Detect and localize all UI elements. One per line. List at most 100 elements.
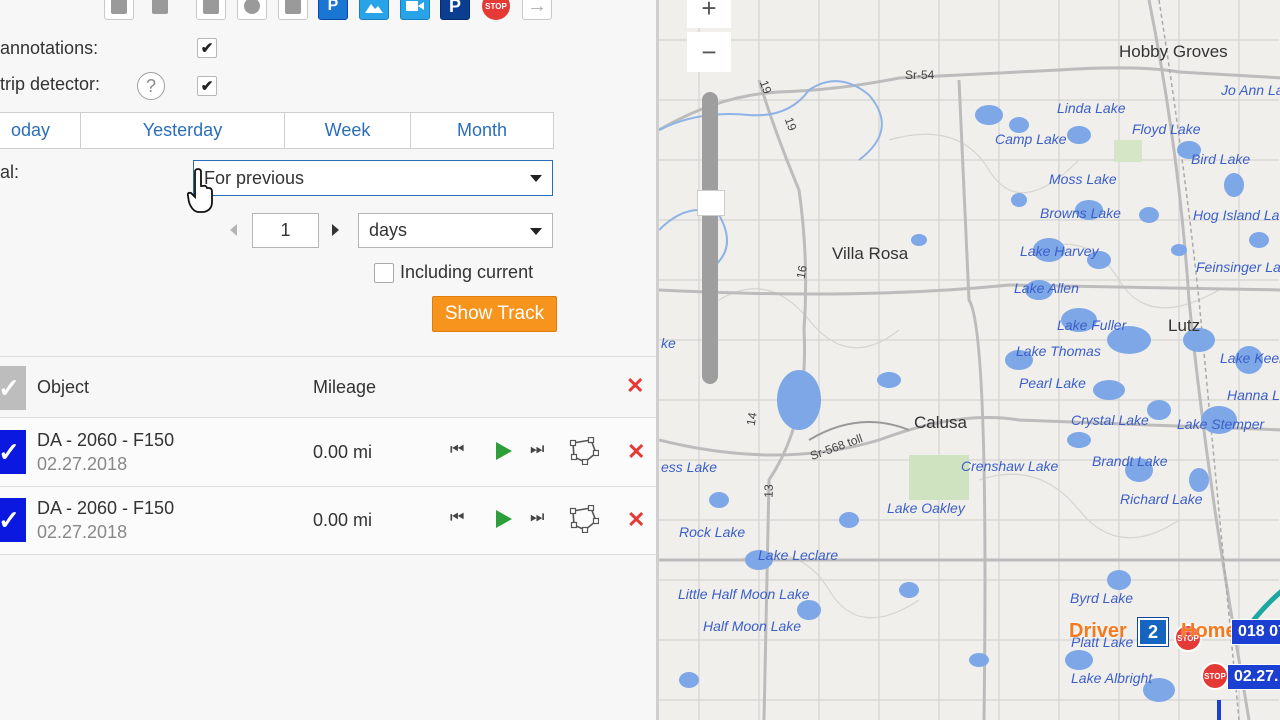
circle-icon[interactable] — [237, 0, 267, 20]
fast-forward-icon[interactable]: ⏭ — [530, 441, 544, 459]
row-checkbox[interactable]: ✓ — [0, 430, 26, 474]
fuel-icon[interactable] — [278, 0, 308, 20]
map-lake-label: Lake Leclare — [758, 547, 839, 563]
interval-count-input[interactable]: 1 — [252, 213, 319, 248]
map-road-label: 14 — [743, 411, 760, 427]
map-lake-label: Feinsinger Lak — [1196, 259, 1280, 275]
tab-week[interactable]: Week — [285, 113, 411, 148]
map-lake-label: Crenshaw Lake — [961, 458, 1059, 474]
increment-icon[interactable] — [332, 224, 339, 236]
map-lake-label: Crystal Lake — [1071, 412, 1149, 428]
map-canvas — [659, 0, 1280, 720]
tracks-panel: P P STOP → annotations: ✔ trip detector:… — [0, 0, 656, 720]
template-icon[interactable] — [104, 0, 134, 20]
parking-dark-icon[interactable]: P — [440, 0, 470, 20]
map-lake-label: Lake Albright — [1071, 670, 1153, 686]
trip-detector-checkbox[interactable]: ✔ — [197, 76, 217, 96]
map-lake-label: Lake Oakley — [887, 500, 965, 516]
rewind-icon[interactable]: ⏮ — [450, 509, 464, 527]
zoom-in-button[interactable]: + — [687, 0, 731, 28]
including-current-checkbox[interactable] — [374, 263, 394, 283]
help-icon[interactable]: ? — [137, 72, 165, 100]
track-date-badge[interactable]: 02.27. — [1227, 664, 1280, 690]
map-town-label: Villa Rosa — [832, 244, 909, 263]
map-lake-label: Lake Keen — [1220, 350, 1280, 366]
table-row[interactable]: ✓ DA - 2060 - F150 02.27.2018 0.00 mi ⏮ … — [0, 419, 656, 487]
chevron-down-icon — [530, 175, 542, 182]
map-view[interactable]: + − Hobby Groves Villa Rosa Lutz Calusa … — [656, 0, 1280, 720]
interval-type-select[interactable]: For previous — [193, 160, 553, 196]
play-icon[interactable] — [496, 442, 512, 460]
period-tabs: oday Yesterday Week Month — [0, 112, 554, 149]
copy-icon[interactable] — [145, 0, 175, 20]
fit-bounds-icon[interactable] — [569, 505, 599, 533]
show-track-button[interactable]: Show Track — [432, 296, 557, 332]
mileage-column-header: Mileage — [313, 377, 377, 397]
stop-icon-text: STOP — [482, 0, 510, 20]
play-icon[interactable] — [496, 510, 512, 528]
map-lake-label: Lake Stemper — [1177, 416, 1265, 432]
object-mileage: 0.00 mi — [313, 510, 373, 530]
map-lake-label: Lake Thomas — [1016, 343, 1101, 359]
tab-yesterday[interactable]: Yesterday — [81, 113, 285, 148]
hand-cursor-icon — [186, 168, 213, 213]
object-column-header: Object — [37, 377, 90, 397]
zoom-slider-handle[interactable] — [697, 190, 725, 216]
map-lake-label: Lake Fuller — [1057, 317, 1127, 333]
arrow-right-icon[interactable]: → — [522, 0, 552, 20]
delete-row-icon[interactable]: ✕ — [627, 439, 645, 465]
delete-all-icon[interactable]: ✕ — [626, 373, 644, 399]
app-root: P P STOP → annotations: ✔ trip detector:… — [0, 0, 1280, 720]
zoom-slider-track[interactable] — [702, 92, 718, 384]
zoom-out-button[interactable]: − — [687, 32, 731, 72]
stop-icon[interactable]: STOP — [481, 0, 511, 20]
rewind-icon[interactable]: ⏮ — [450, 441, 464, 459]
parking-icon[interactable]: P — [318, 0, 348, 20]
map-lake-label: Hog Island La — [1193, 207, 1280, 223]
track-date-badge[interactable]: 018 07 — [1231, 619, 1280, 645]
image-icon[interactable] — [359, 0, 389, 20]
video-icon[interactable] — [400, 0, 430, 20]
map-lake-label: ess Lake — [661, 459, 718, 475]
stop-marker-icon[interactable]: STOP — [1201, 662, 1229, 690]
interval-type-value: For previous — [204, 167, 305, 188]
tab-today[interactable]: oday — [0, 113, 81, 148]
object-name: DA - 2060 - F150 — [37, 430, 175, 450]
map-lake-label: Lake Allen — [1014, 280, 1079, 296]
map-lake-label: Floyd Lake — [1132, 121, 1201, 137]
row-checkbox[interactable]: ✓ — [0, 498, 26, 542]
map-lake-label: Browns Lake — [1040, 205, 1121, 221]
stop-square-icon[interactable] — [196, 0, 226, 20]
tab-month[interactable]: Month — [411, 113, 553, 148]
map-lake-label: Half Moon Lake — [703, 618, 802, 634]
home-marker-label[interactable]: Home — [1181, 620, 1237, 643]
map-lake-label: Pearl Lake — [1019, 375, 1086, 391]
fast-forward-icon[interactable]: ⏭ — [530, 509, 544, 527]
object-date: 02.27.2018 — [37, 522, 128, 542]
driver-marker-label[interactable]: Driver — [1069, 620, 1127, 643]
select-all-checkbox[interactable]: ✓ — [0, 366, 26, 410]
including-current-label: Including current — [400, 262, 534, 282]
annotations-checkbox[interactable]: ✔ — [197, 38, 217, 58]
object-name: DA - 2060 - F150 — [37, 498, 175, 518]
object-date: 02.27.2018 — [37, 454, 128, 474]
annotations-label: annotations: — [0, 38, 99, 58]
map-lake-label: Hanna La — [1227, 387, 1280, 403]
fit-bounds-icon[interactable] — [569, 437, 599, 465]
map-lake-label: Little Half Moon Lake — [678, 586, 810, 602]
decrement-icon[interactable] — [230, 224, 237, 236]
map-lake-label: Moss Lake — [1049, 171, 1117, 187]
map-lake-label: Jo Ann Lake — [1221, 82, 1280, 98]
interval-label: al: — [0, 162, 20, 182]
delete-row-icon[interactable]: ✕ — [627, 507, 645, 533]
object-mileage: 0.00 mi — [313, 442, 373, 462]
trip-detector-label: trip detector: — [0, 74, 101, 94]
track-point-badge[interactable]: 2 — [1137, 617, 1169, 647]
parking-letter: P — [327, 0, 339, 14]
interval-unit-select[interactable]: days — [358, 213, 553, 248]
map-lake-label: Byrd Lake — [1070, 590, 1134, 606]
map-road-label: Sr-54 — [905, 68, 935, 82]
table-row[interactable]: ✓ DA - 2060 - F150 02.27.2018 0.00 mi ⏮ … — [0, 487, 656, 555]
tracks-table-header: ✓ Object Mileage ✕ — [0, 356, 656, 418]
chevron-down-icon — [530, 227, 542, 235]
